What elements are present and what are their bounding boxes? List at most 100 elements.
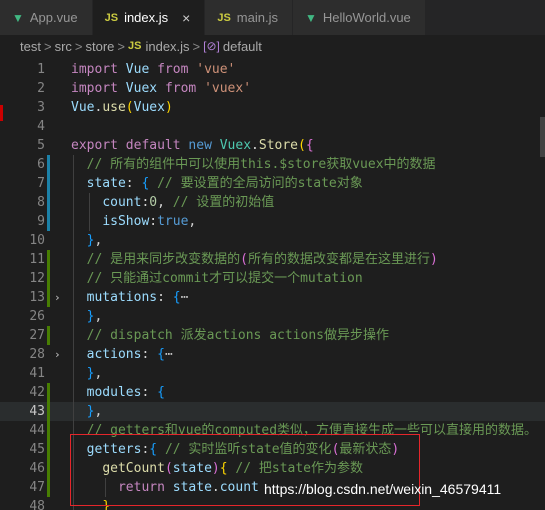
code-line[interactable]: 44 // getters和vue的computed类似，方便直接生成一些可以直… — [0, 421, 545, 440]
code-token: , — [188, 214, 197, 229]
git-change-indicator — [47, 155, 50, 231]
code-line[interactable]: 2 import Vuex from 'vuex' — [0, 79, 545, 98]
code-line[interactable]: 42 modules: { — [0, 383, 545, 402]
code-token: Vuex — [133, 100, 165, 115]
code-line[interactable]: 8 count:0, // 设置的初始值 — [0, 193, 545, 212]
code-token: // 只能通过commit才可以提交一个mutation — [86, 271, 363, 286]
git-change-indicator — [47, 326, 50, 345]
code-token: : — [157, 290, 173, 305]
fold-chevron-icon[interactable]: › — [54, 345, 61, 364]
js-file-icon: JS — [217, 11, 231, 24]
code-token: . — [251, 138, 259, 153]
code-line[interactable]: 7 state: { // 要设置的全局访问的state对象 — [0, 174, 545, 193]
code-token: // dispatch 派发actions actions做异步操作 — [86, 328, 389, 343]
code-text: }, — [71, 402, 103, 421]
code-line[interactable]: 12 // 只能通过commit才可以提交一个mutation — [0, 269, 545, 288]
code-token: Vue — [71, 100, 95, 115]
code-text: getters:{ // 实时监听state值的变化(最新状态) — [71, 440, 400, 459]
code-line[interactable]: 4 — [0, 117, 545, 136]
chevron-right-icon: > — [117, 38, 125, 54]
code-token: // getters和vue的computed类似，方便直接生成一些可以直接用的… — [86, 423, 538, 438]
code-text: }, — [71, 364, 103, 383]
code-token: count — [219, 480, 259, 495]
breadcrumb-item[interactable]: src — [55, 39, 72, 54]
code-token: , — [94, 366, 103, 381]
code-token: , — [94, 404, 103, 419]
line-number: 28 — [29, 347, 45, 362]
code-token: export — [71, 138, 126, 153]
code-line[interactable]: 27 // dispatch 派发actions actions做异步操作 — [0, 326, 545, 345]
code-text: state: { // 要设置的全局访问的state对象 — [71, 174, 363, 193]
code-text: count:0, // 设置的初始值 — [71, 193, 274, 212]
code-text: import Vue from 'vue' — [71, 60, 235, 79]
breadcrumb-symbol[interactable]: default — [223, 39, 262, 54]
code-token: // 设置的初始值 — [172, 195, 275, 210]
code-line[interactable]: 43 }, — [0, 402, 545, 421]
code-token: { — [172, 290, 181, 305]
line-number: 42 — [29, 385, 45, 400]
code-token: getters — [86, 442, 142, 457]
breadcrumb-file[interactable]: index.js — [145, 39, 189, 54]
breadcrumb: test > src > store > JS index.js > [⊘] default — [0, 35, 545, 57]
code-token: Store — [258, 138, 299, 153]
code-line[interactable]: 26 }, — [0, 307, 545, 326]
code-text: // getters和vue的computed类似，方便直接生成一些可以直接用的… — [71, 421, 537, 440]
breadcrumb-item[interactable]: test — [20, 39, 41, 54]
code-token: ⋯ — [180, 290, 189, 305]
code-line[interactable]: 28 › actions: {⋯ — [0, 345, 545, 364]
code-line[interactable]: 3 Vue.use(Vuex) — [0, 98, 545, 117]
code-token: ) — [164, 100, 173, 115]
code-token: getCount — [102, 461, 165, 476]
tab-main-js[interactable]: JS main.js — [205, 0, 293, 35]
tab-app-vue[interactable]: ▼ App.vue — [0, 0, 93, 35]
code-token: : — [149, 214, 158, 229]
line-number: 1 — [37, 62, 45, 77]
code-text: // 所有的组件中可以使用this.$store获取vuex中的数据 — [71, 155, 436, 174]
code-line[interactable]: 45 getters:{ // 实时监听state值的变化(最新状态) — [0, 440, 545, 459]
code-token: from — [164, 81, 205, 96]
code-line[interactable]: 10 }, — [0, 231, 545, 250]
git-change-indicator — [47, 383, 50, 497]
code-line[interactable]: 11 // 是用来同步改变数据的(所有的数据改变都是在这里进行) — [0, 250, 545, 269]
code-line[interactable]: 46 getCount(state){ // 把state作为参数 — [0, 459, 545, 478]
js-file-icon: JS — [128, 40, 142, 52]
code-token: import — [71, 62, 126, 77]
code-line[interactable]: 6 // 所有的组件中可以使用this.$store获取vuex中的数据 — [0, 155, 545, 174]
tab-helloworld-vue[interactable]: ▼ HelloWorld.vue — [292, 0, 426, 35]
tab-index-js[interactable]: JS index.js × — [92, 0, 206, 35]
code-line[interactable]: 9 isShow:true, — [0, 212, 545, 231]
code-line[interactable]: 5 export default new Vuex.Store({ — [0, 136, 545, 155]
line-number: 13 — [29, 290, 45, 305]
code-line[interactable]: 13 › mutations: {⋯ — [0, 288, 545, 307]
indent-guide — [105, 478, 106, 497]
code-token: { — [219, 461, 228, 476]
git-change-indicator — [47, 250, 50, 307]
code-token: true — [157, 214, 189, 229]
code-token: // 要设置的全局访问的state对象 — [157, 176, 363, 191]
code-token: use — [102, 100, 126, 115]
code-line[interactable]: 41 }, — [0, 364, 545, 383]
code-line[interactable]: 48 } — [0, 497, 545, 510]
code-token: : — [141, 385, 158, 400]
chevron-right-icon: > — [74, 38, 83, 54]
code-line[interactable]: 1 import Vue from 'vue' — [0, 60, 545, 79]
code-token: state — [172, 461, 212, 476]
code-token: // 把state作为参数 — [235, 461, 364, 476]
fold-chevron-icon[interactable]: › — [54, 288, 61, 307]
code-editor[interactable]: 1 import Vue from 'vue' 2 import Vuex from … — [0, 57, 545, 510]
code-token: . — [211, 480, 220, 495]
code-token: 最新状态 — [339, 442, 392, 457]
chevron-right-icon: > — [192, 38, 201, 54]
js-file-icon: JS — [104, 11, 119, 24]
close-icon[interactable]: × — [182, 10, 190, 26]
code-token: 0 — [149, 195, 158, 210]
code-token: // 所有的组件中可以使用this.$store获取vuex中的数据 — [86, 157, 436, 172]
code-token: import — [71, 81, 126, 96]
indent-guide — [89, 193, 90, 231]
code-token: ) — [391, 442, 400, 457]
breadcrumb-item[interactable]: store — [86, 39, 115, 54]
code-text: } — [71, 497, 110, 510]
code-text: }, — [71, 231, 103, 250]
